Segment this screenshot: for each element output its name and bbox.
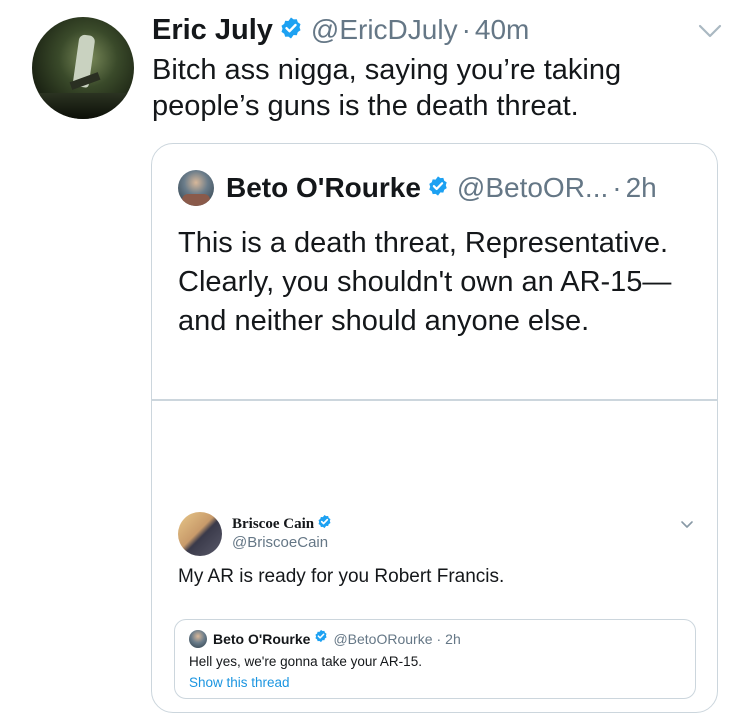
embedded-quoted-tweet-card: Beto O'Rourke @BetoORourke · 2h Hell yes…: [174, 619, 696, 699]
quoted-tweet-card[interactable]: Beto O'Rourke @BetoOR... · 2h This is a …: [151, 143, 718, 713]
eric-july-avatar[interactable]: [32, 17, 134, 119]
embedded-quoted-author-handle: @BetoORourke: [333, 630, 433, 647]
tweet-text: Bitch ass nigga, saying you’re taking pe…: [152, 54, 622, 122]
quoted-author-handle: @BetoOR...: [456, 172, 609, 203]
verified-badge-icon: [314, 629, 328, 648]
embedded-tweet-text: My AR is ready for you Robert Francis.: [178, 566, 505, 587]
embedded-quoted-author-name: Beto O'Rourke: [213, 630, 311, 647]
chevron-down-icon: [680, 517, 694, 528]
verified-badge-icon: [279, 16, 303, 45]
separator-dot: ·: [612, 172, 622, 203]
verified-badge-icon: [427, 175, 449, 202]
separator-dot: ·: [461, 14, 471, 45]
quoted-tweet-timestamp: 2h: [625, 172, 657, 203]
beto-avatar-small: [189, 629, 207, 648]
author-name[interactable]: Eric July: [152, 14, 273, 47]
embedded-quoted-text: Hell yes, we're gonna take your AR-15.: [189, 654, 422, 669]
chevron-down-icon[interactable]: [697, 22, 723, 40]
show-thread-link: Show this thread: [189, 675, 290, 690]
embedded-quoted-timestamp: 2h: [445, 630, 461, 647]
quoted-tweet-header: Beto O'Rourke @BetoOR... · 2h: [178, 170, 657, 206]
embedded-tweet-header: Briscoe Cain: [232, 514, 332, 534]
quoted-author-name: Beto O'Rourke: [226, 172, 421, 203]
embedded-author-name: Briscoe Cain: [232, 515, 315, 532]
media-divider: [152, 399, 717, 401]
verified-badge-icon: [317, 514, 332, 534]
tweet-header: Eric July @EricDJuly · 40m: [152, 14, 529, 46]
tweet-timestamp[interactable]: 40m: [475, 14, 529, 46]
briscoe-cain-avatar: [178, 512, 222, 556]
separator-dot: ·: [436, 630, 442, 647]
author-handle[interactable]: @EricDJuly: [311, 14, 458, 46]
avatar-crowd: [32, 93, 134, 119]
quoted-tweet-text: This is a death threat, Representative. …: [178, 227, 672, 337]
embedded-quoted-header: Beto O'Rourke @BetoORourke · 2h: [189, 629, 461, 648]
embedded-author-handle: @BriscoeCain: [232, 534, 329, 551]
beto-avatar: [178, 170, 214, 206]
